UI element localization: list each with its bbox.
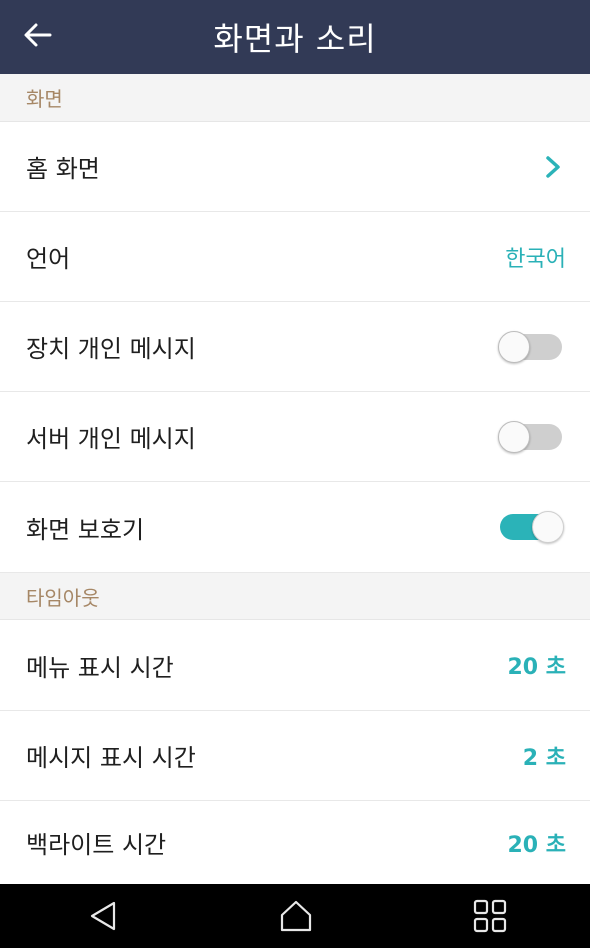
back-triangle-icon[interactable] — [86, 898, 122, 934]
message-display-time-row[interactable]: 메시지 표시 시간 2 초 — [0, 711, 590, 801]
chevron-right-icon — [546, 155, 560, 178]
menu-display-time-row[interactable]: 메뉴 표시 시간 20 초 — [0, 620, 590, 711]
menu-display-time-label: 메뉴 표시 시간 — [26, 653, 174, 682]
device-private-message-label: 장치 개인 메시지 — [26, 335, 196, 363]
server-private-message-toggle[interactable] — [498, 420, 564, 454]
system-nav-bar — [0, 884, 590, 948]
device-private-message-row: 장치 개인 메시지 — [0, 302, 590, 392]
home-screen-row[interactable]: 홈 화면 — [0, 122, 590, 212]
language-label: 언어 — [26, 245, 71, 273]
menu-display-time-value: 20 초 — [507, 655, 566, 680]
language-value: 한국어 — [505, 246, 566, 272]
device-private-message-toggle[interactable] — [498, 330, 564, 364]
message-display-time-value: 2 초 — [522, 745, 566, 771]
home-screen-label: 홈 화면 — [26, 155, 100, 183]
message-display-time-label: 메시지 표시 시간 — [26, 744, 196, 772]
server-private-message-label: 서버 개인 메시지 — [26, 425, 196, 453]
home-icon[interactable] — [278, 898, 314, 934]
server-private-message-row: 서버 개인 메시지 — [0, 392, 590, 482]
page-title: 화면과 소리 — [213, 20, 377, 58]
recent-apps-icon[interactable] — [472, 898, 508, 934]
screensaver-label: 화면 보호기 — [26, 515, 145, 544]
backlight-time-label: 백라이트 시간 — [26, 831, 167, 859]
screensaver-toggle[interactable] — [498, 510, 564, 544]
backlight-time-row[interactable]: 백라이트 시간 20 초 — [0, 801, 590, 884]
backlight-time-value: 20 초 — [507, 832, 566, 858]
language-row[interactable]: 언어 한국어 — [0, 212, 590, 302]
screensaver-row: 화면 보호기 — [0, 482, 590, 573]
section-header-timeout: 타임아웃 — [0, 573, 590, 620]
app-bar: 화면과 소리 — [0, 0, 590, 74]
section-header-display: 화면 — [0, 74, 590, 122]
